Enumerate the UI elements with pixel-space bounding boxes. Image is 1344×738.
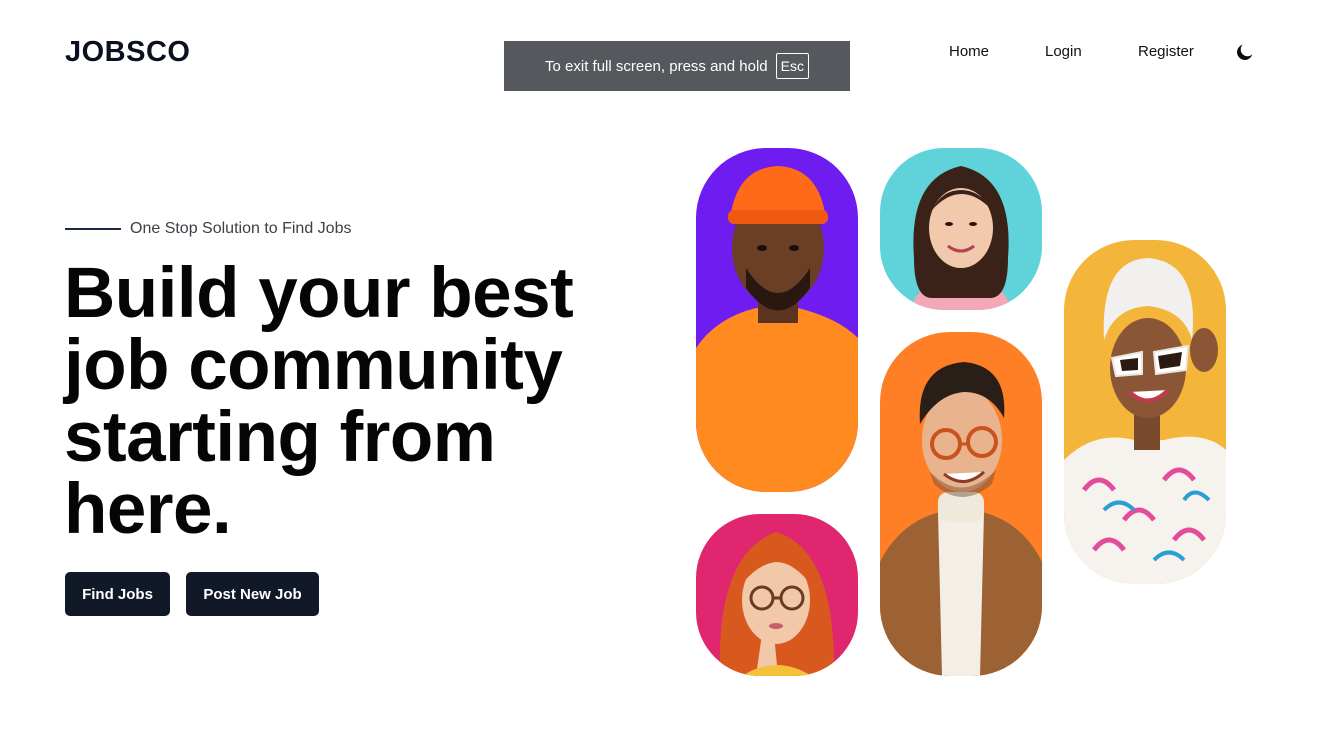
hero-tagline: One Stop Solution to Find Jobs: [65, 220, 351, 238]
post-new-job-button[interactable]: Post New Job: [186, 572, 319, 616]
fullscreen-notice-text: To exit full screen, press and hold: [545, 57, 768, 75]
headline-line-4: here.: [64, 470, 232, 549]
nav-home[interactable]: Home: [949, 43, 989, 60]
portrait-woman-thinking: [696, 514, 858, 676]
nav-login[interactable]: Login: [1045, 43, 1082, 60]
portrait-man-glasses: [880, 332, 1042, 676]
page: JOBSCO Home Login Register To exit full …: [0, 0, 1344, 738]
headline-line-2: job community: [64, 326, 563, 405]
tagline-text: One Stop Solution to Find Jobs: [130, 220, 352, 237]
headline-line-3: starting from: [64, 398, 496, 477]
esc-key-badge: Esc: [775, 53, 809, 79]
headline-line-1: Build your best: [64, 254, 574, 333]
portrait-woman-sunglasses: [1064, 240, 1226, 584]
nav-register[interactable]: Register: [1138, 43, 1194, 60]
portrait-woman-smiling: [880, 148, 1042, 310]
portrait-man-orange-beanie: [696, 148, 858, 492]
moon-icon[interactable]: [1234, 41, 1256, 63]
tagline-divider: [65, 228, 121, 230]
hero-headline: Build your best job community starting f…: [64, 258, 664, 546]
find-jobs-button[interactable]: Find Jobs: [65, 572, 170, 616]
fullscreen-notice: To exit full screen, press and hold Esc: [504, 41, 850, 91]
